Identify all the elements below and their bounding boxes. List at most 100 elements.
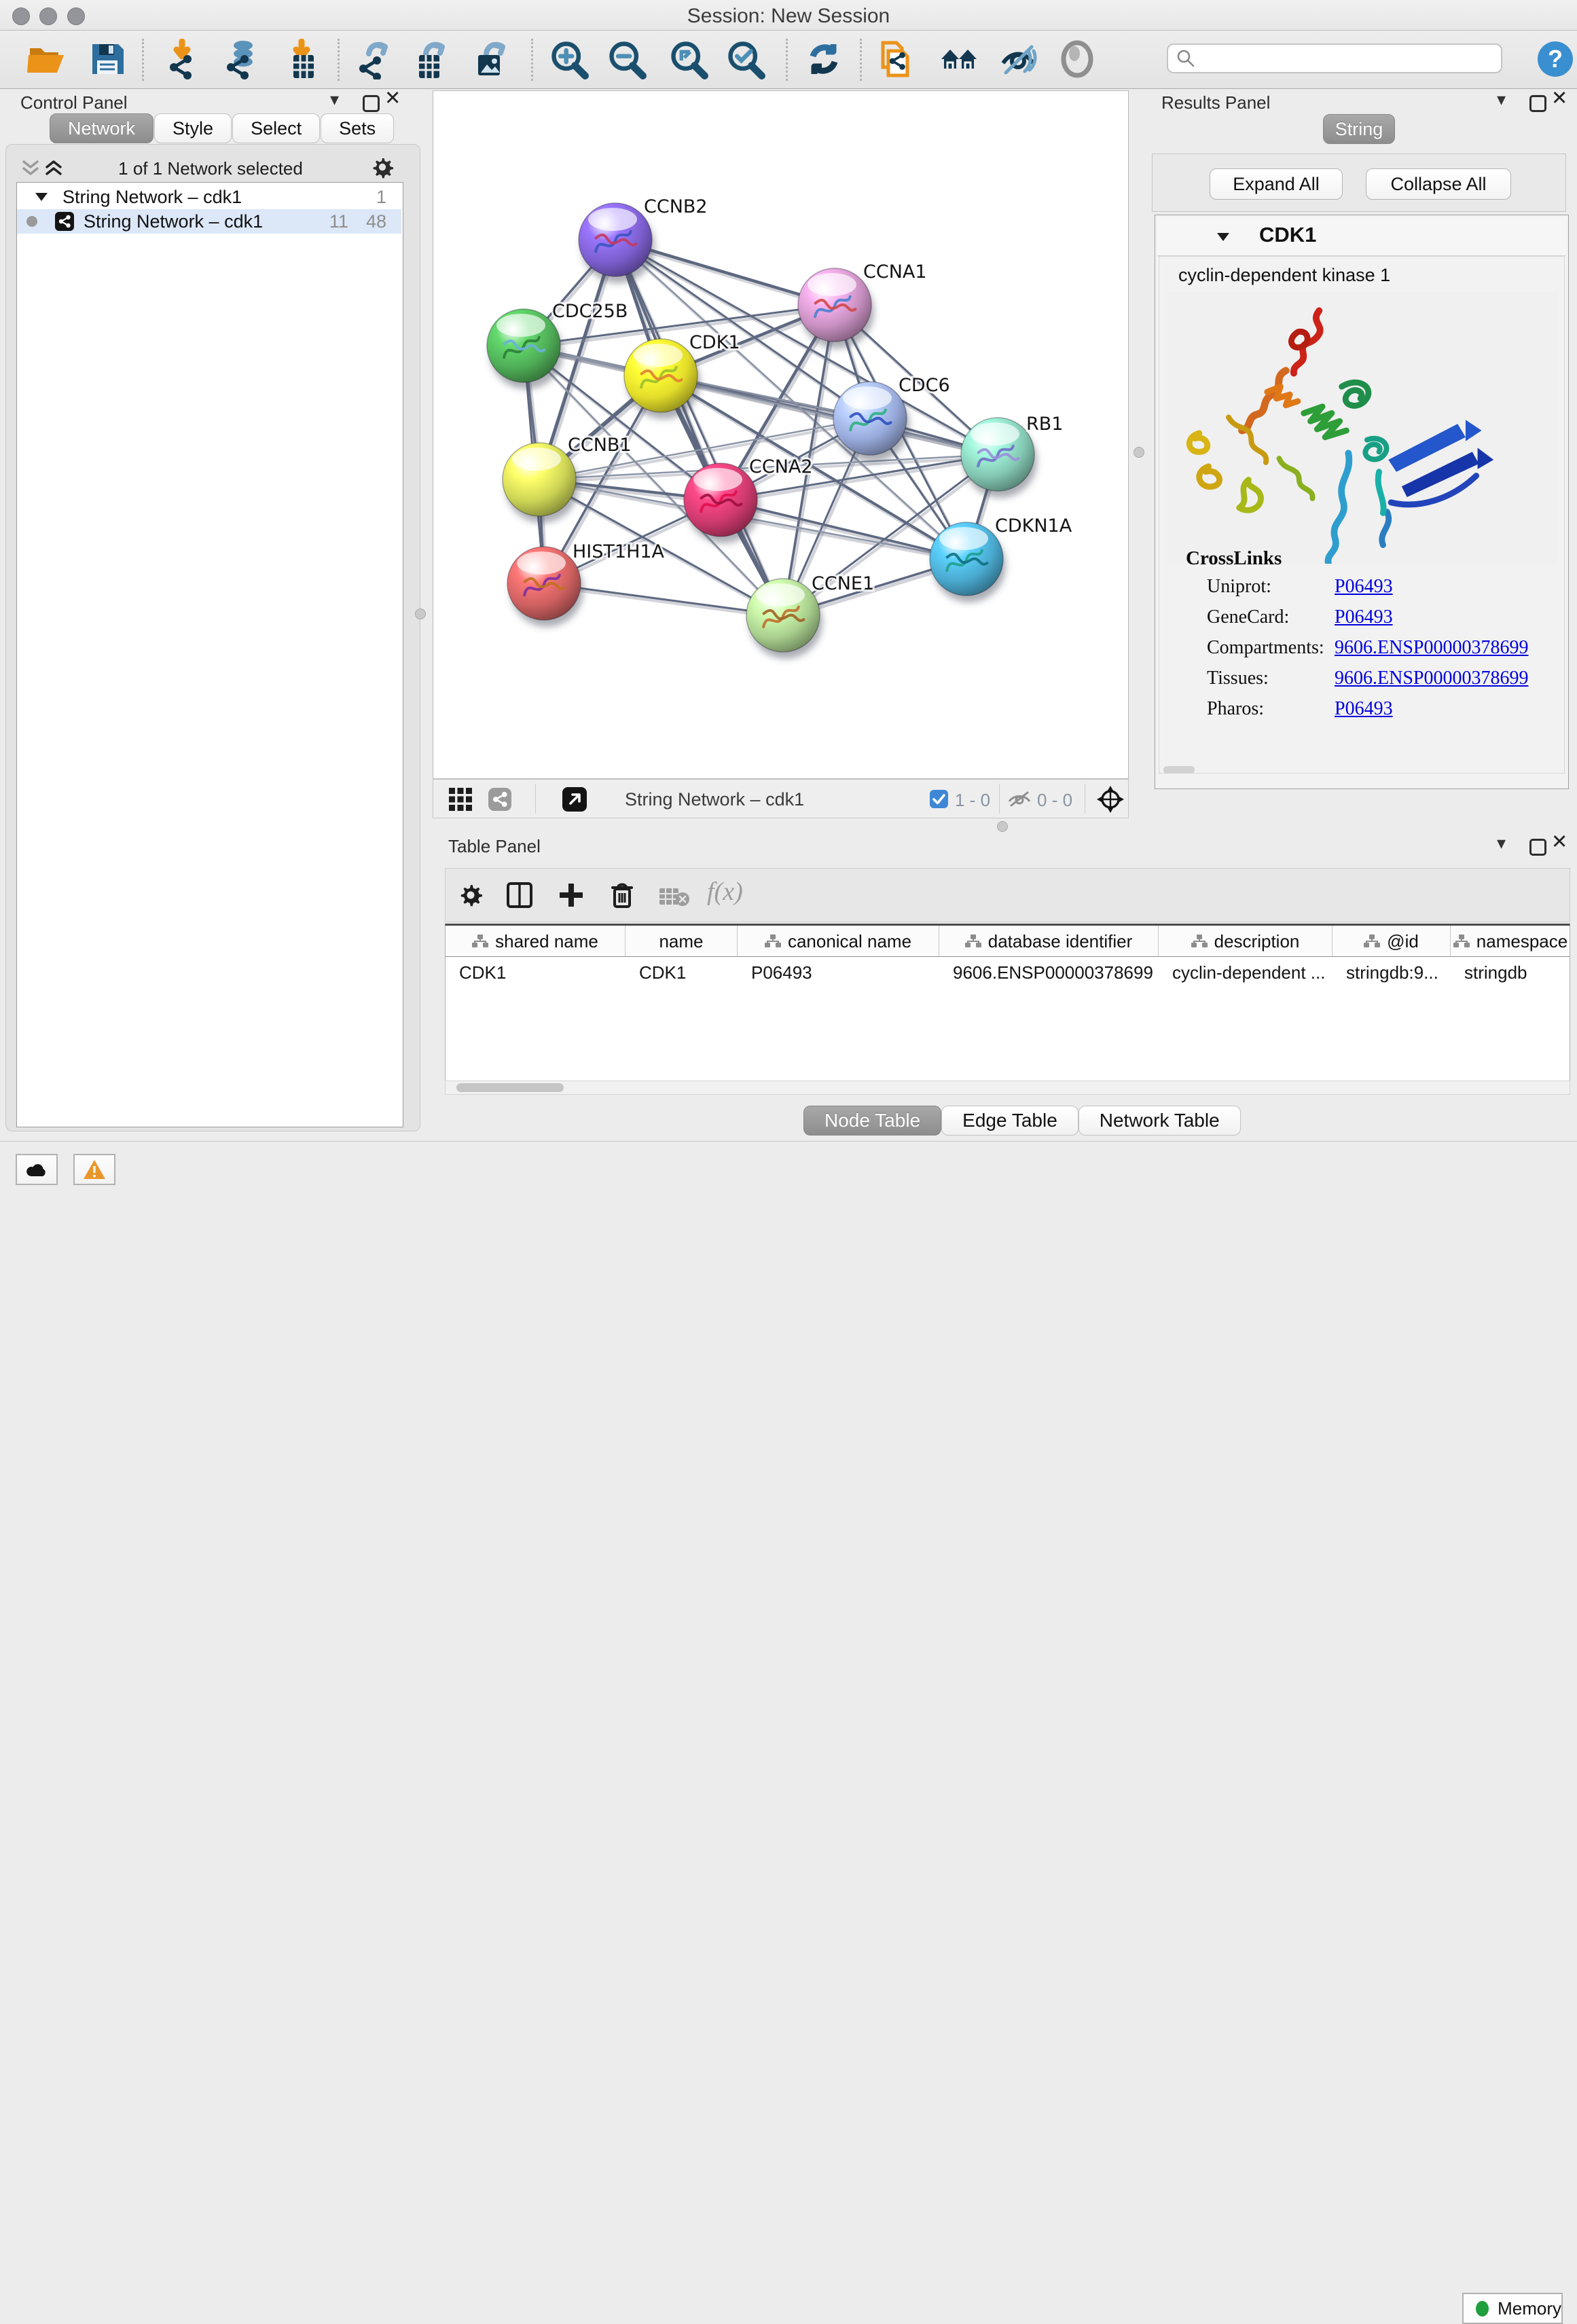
- bottom-splitter-handle[interactable]: [997, 821, 1008, 832]
- tab-edge-table[interactable]: Edge Table: [941, 1106, 1078, 1136]
- open-session-icon[interactable]: [26, 39, 67, 79]
- tab-network-table[interactable]: Network Table: [1078, 1106, 1241, 1136]
- zoom-fit-icon[interactable]: [668, 39, 709, 79]
- crosslink-link[interactable]: P06493: [1335, 698, 1393, 720]
- network-canvas[interactable]: CCNB2CCNA1CDC25BCDK1CDC6RB1CCNB1CCNA2CDK…: [433, 90, 1129, 779]
- results-horizontal-scrollbar[interactable]: [1163, 766, 1195, 774]
- clone-network-icon[interactable]: [875, 39, 916, 79]
- collapse-all-button[interactable]: Collapse All: [1366, 168, 1511, 200]
- column-header-shared-name[interactable]: shared name: [446, 926, 626, 957]
- collapse-all-chevron-icon[interactable]: [22, 160, 39, 177]
- control-panel-float-icon[interactable]: [363, 95, 380, 112]
- import-table-file-icon[interactable]: [283, 39, 323, 79]
- crosslink-link[interactable]: 9606.ENSP00000378699: [1335, 668, 1528, 689]
- table-panel-float-icon[interactable]: [1529, 839, 1546, 856]
- crosslink-label: Pharos:: [1207, 698, 1264, 720]
- cell-database-identifier[interactable]: 9606.ENSP00000378699: [939, 957, 1159, 988]
- zoom-out-icon[interactable]: [606, 39, 647, 79]
- save-session-icon[interactable]: [87, 39, 128, 79]
- toolbar-search-field[interactable]: [1167, 43, 1502, 73]
- node-table[interactable]: shared nameCDK1nameCDK1canonical nameP06…: [445, 924, 1570, 1095]
- export-table-icon[interactable]: [411, 39, 452, 79]
- section-collapse-icon[interactable]: [1216, 231, 1231, 243]
- results-panel-close-icon[interactable]: ✕: [1551, 91, 1567, 106]
- grid-view-icon[interactable]: [449, 788, 472, 811]
- window-titlebar: Session: New Session: [0, 0, 1577, 31]
- hide-graphics-details-icon[interactable]: [998, 39, 1038, 79]
- memory-status-button[interactable]: Memory: [1462, 2293, 1563, 2324]
- results-panel-collapse-icon[interactable]: ▾: [1497, 92, 1506, 106]
- node-label-CCNB1: CCNB1: [568, 435, 632, 456]
- import-network-file-icon[interactable]: [163, 39, 204, 79]
- cell-description[interactable]: cyclin-dependent ...: [1159, 957, 1333, 988]
- results-panel-float-icon[interactable]: [1529, 95, 1546, 112]
- tab-node-table[interactable]: Node Table: [803, 1106, 941, 1136]
- add-column-icon[interactable]: [558, 882, 584, 908]
- control-panel-close-icon[interactable]: ✕: [384, 91, 401, 106]
- table-options-gear-icon[interactable]: [458, 883, 483, 907]
- table-panel-close-icon[interactable]: ✕: [1551, 835, 1567, 850]
- import-network-database-icon[interactable]: [220, 39, 261, 79]
- cell-namespace[interactable]: stringdb: [1451, 957, 1570, 988]
- gene-section-header[interactable]: CDK1: [1157, 217, 1566, 256]
- fit-selected-target-icon[interactable]: [1096, 785, 1125, 814]
- tab-style[interactable]: Style: [154, 113, 232, 143]
- export-image-icon[interactable]: [471, 39, 512, 79]
- left-splitter-handle[interactable]: [415, 609, 426, 619]
- tab-string[interactable]: String: [1323, 114, 1395, 144]
- help-icon[interactable]: ?: [1535, 39, 1576, 79]
- column-header-namespace[interactable]: namespace: [1451, 926, 1570, 957]
- network-row-selected[interactable]: String Network – cdk1 11 48: [17, 209, 401, 234]
- control-panel-collapse-icon[interactable]: ▾: [330, 92, 339, 106]
- table-horizontal-scrollbar[interactable]: [445, 1081, 1570, 1095]
- expand-all-chevron-icon[interactable]: [45, 160, 62, 177]
- apply-layout-refresh-icon[interactable]: [803, 39, 844, 79]
- selected-checkbox-icon[interactable]: [930, 790, 948, 808]
- delete-column-trash-icon[interactable]: [609, 881, 636, 909]
- cell-name[interactable]: CDK1: [626, 957, 738, 988]
- cell-canonical-name[interactable]: P06493: [738, 957, 939, 988]
- network-list-share-icon[interactable]: [488, 788, 511, 811]
- delete-table-icon[interactable]: [659, 886, 690, 907]
- column-header-database-identifier[interactable]: database identifier: [939, 926, 1159, 957]
- open-in-new-window-icon[interactable]: [562, 787, 587, 812]
- cell--id[interactable]: stringdb:9...: [1333, 957, 1451, 988]
- hidden-eye-icon[interactable]: [1007, 791, 1032, 808]
- tab-sets[interactable]: Sets: [321, 113, 394, 143]
- zoom-in-icon[interactable]: [549, 39, 590, 79]
- function-builder-icon[interactable]: f(x): [707, 877, 743, 907]
- header-divider: [446, 956, 1570, 957]
- crosslink-link[interactable]: P06493: [1335, 576, 1393, 598]
- cell-shared-name[interactable]: CDK1: [446, 957, 626, 988]
- crosslink-row: Compartments:9606.ENSP00000378699: [1159, 637, 1565, 664]
- tree-expand-icon[interactable]: [34, 191, 49, 203]
- zoom-selected-icon[interactable]: [725, 39, 766, 79]
- table-panel-collapse-icon[interactable]: ▾: [1497, 836, 1506, 850]
- network-current-dot: [26, 216, 37, 227]
- crosslink-link[interactable]: 9606.ENSP00000378699: [1335, 637, 1528, 659]
- network-graph[interactable]: CCNB2CCNA1CDC25BCDK1CDC6RB1CCNB1CCNA2CDK…: [433, 91, 1128, 778]
- first-neighbors-houses-icon[interactable]: [939, 39, 979, 79]
- crosslinks-title: CrossLinks: [1186, 547, 1282, 570]
- expand-all-button[interactable]: Expand All: [1210, 168, 1343, 200]
- column-header--id[interactable]: @id: [1333, 926, 1451, 957]
- tab-select[interactable]: Select: [232, 113, 320, 143]
- tab-network[interactable]: Network: [50, 113, 153, 143]
- warning-status-button[interactable]: [73, 1154, 115, 1185]
- export-network-icon[interactable]: [354, 39, 395, 79]
- network-options-gear-icon[interactable]: [371, 156, 394, 179]
- search-input[interactable]: [1195, 48, 1483, 69]
- network-collection-row[interactable]: String Network – cdk1 1: [17, 185, 401, 209]
- column-header-name[interactable]: name: [626, 926, 738, 957]
- show-columns-icon[interactable]: [507, 882, 532, 908]
- birdseye-view-icon[interactable]: [1057, 39, 1098, 79]
- crosslink-link[interactable]: P06493: [1335, 606, 1393, 628]
- column-header-canonical-name[interactable]: canonical name: [738, 926, 939, 957]
- right-splitter-handle[interactable]: [1134, 447, 1144, 458]
- cloud-status-button[interactable]: [16, 1154, 58, 1185]
- gene-description: cyclin-dependent kinase 1: [1178, 265, 1390, 286]
- column-header-description[interactable]: description: [1159, 926, 1333, 957]
- cloud-icon: [25, 1161, 48, 1178]
- table-scrollbar-thumb[interactable]: [456, 1083, 564, 1092]
- network-selection-summary: 1 of 1 Network selected: [81, 158, 340, 179]
